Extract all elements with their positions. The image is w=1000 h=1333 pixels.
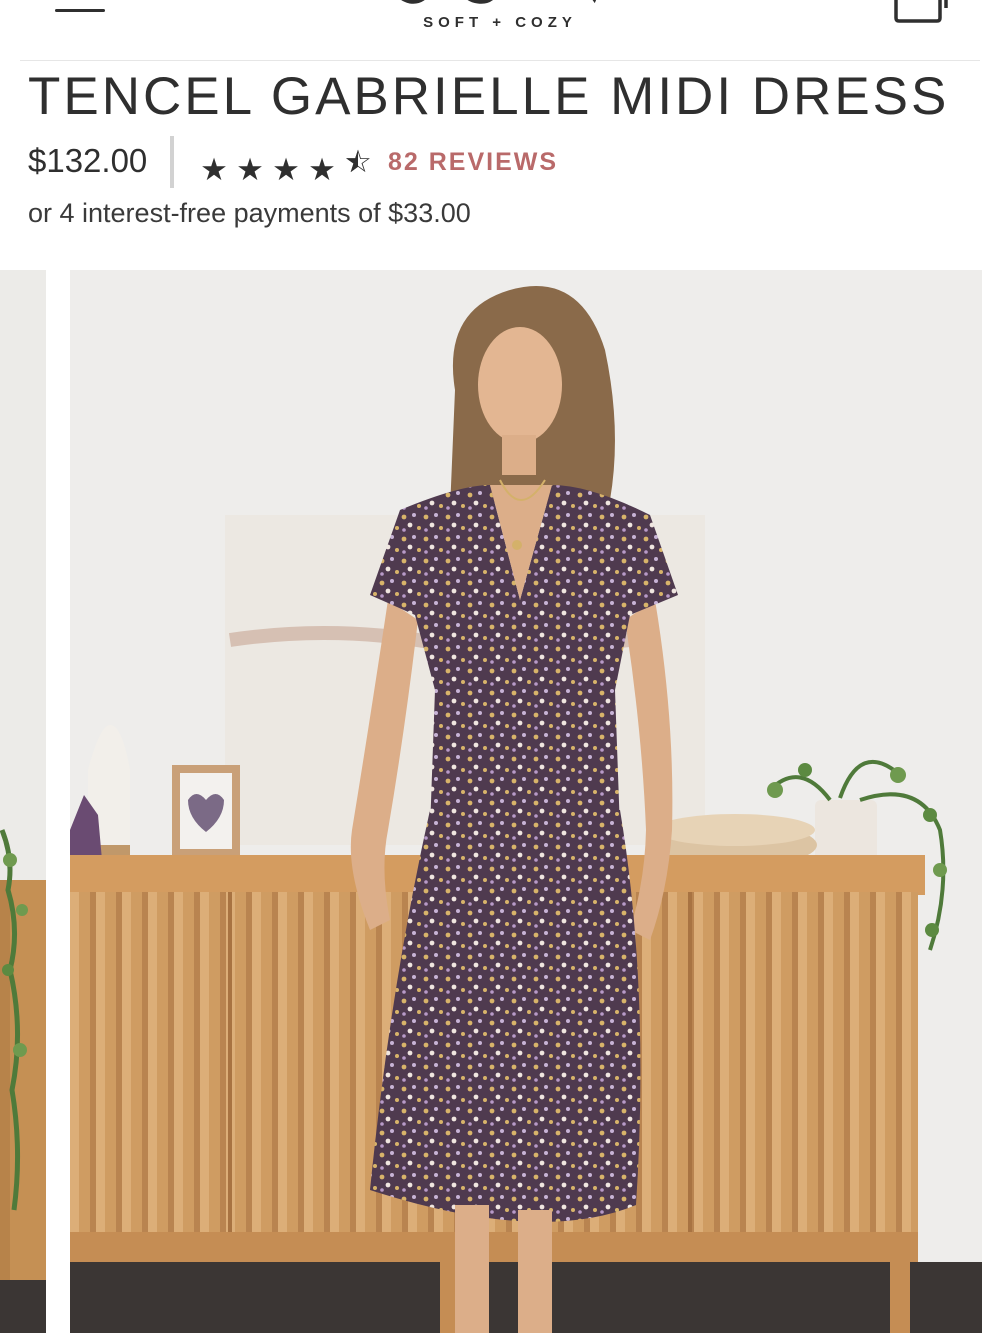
product-image-gallery[interactable]: [0, 270, 1000, 1333]
hamburger-menu-icon[interactable]: [55, 0, 107, 18]
installment-payments-text[interactable]: or 4 interest-free payments of $33.00: [28, 198, 471, 229]
logo-tagline: SOFT + COZY: [423, 14, 577, 31]
previous-slide-image[interactable]: [0, 270, 46, 1333]
brand-logo[interactable]: SOFT + COZY: [380, 0, 620, 40]
site-header: SOFT + COZY: [0, 0, 1000, 60]
product-title: TENCEL GABRIELLE MIDI DRESS: [28, 67, 950, 126]
model-in-floral-midi-dress-photo[interactable]: [70, 270, 982, 1333]
shopping-bag-icon[interactable]: [890, 0, 948, 24]
price-rating-row: $132.00 ★ ★ ★ ★ ☆ ★ 82 REVIEWS: [28, 134, 728, 190]
star-half-icon: ☆ ★: [344, 144, 372, 179]
star-full-icon: ★: [272, 152, 300, 187]
star-full-icon: ★: [308, 152, 336, 187]
logo-wordmark-icon: [401, 0, 597, 4]
price-separator: [170, 136, 174, 188]
star-full-icon: ★: [236, 152, 264, 187]
reviews-link[interactable]: 82 REVIEWS: [388, 148, 558, 177]
header-divider: [20, 60, 980, 61]
star-full-icon: ★: [200, 152, 228, 187]
product-price: $132.00: [28, 142, 148, 179]
star-rating[interactable]: ★ ★ ★ ★ ☆ ★: [196, 144, 376, 187]
